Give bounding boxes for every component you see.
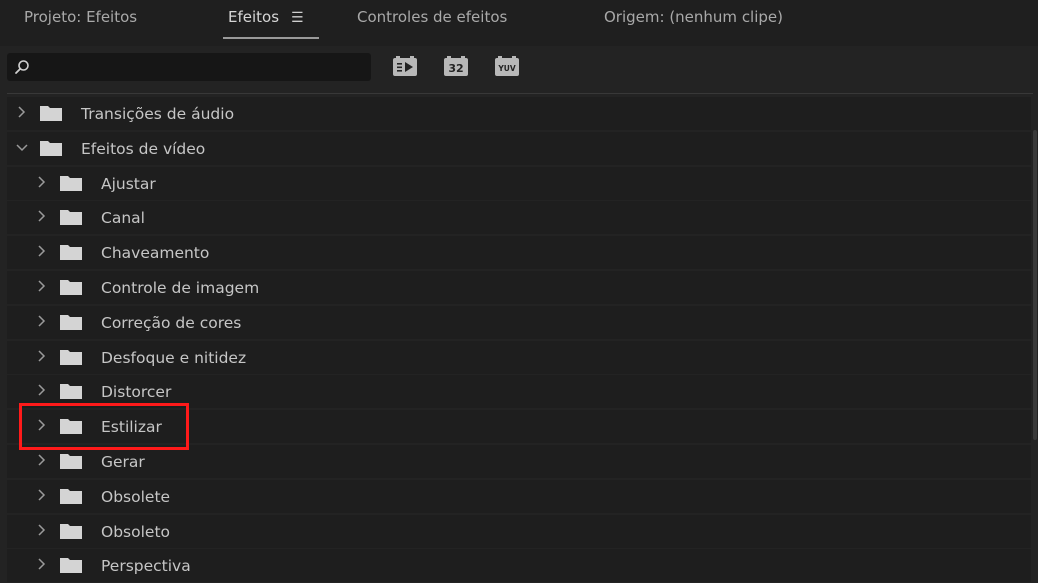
accelerated-effects-icon[interactable]	[392, 56, 418, 77]
folder-icon	[60, 245, 82, 261]
tree-row[interactable]: Gerar	[7, 445, 1031, 478]
tree-row[interactable]: Obsoleto	[7, 514, 1031, 548]
chevron-right-icon[interactable]	[35, 557, 49, 571]
tree-row-label: Distorcer	[101, 383, 172, 402]
tree-row-label: Transições de áudio	[81, 105, 235, 123]
yuv-icon[interactable]: YUV	[494, 56, 520, 77]
panel-tab-bar: Projeto: Efeitos Efeitos ☰ Controles de e…	[0, 0, 1038, 46]
search-field[interactable]	[7, 53, 371, 83]
tree-row[interactable]: Distorcer	[7, 375, 1031, 409]
folder-icon	[60, 175, 82, 191]
tree-row-label: Ajustar	[101, 174, 156, 193]
tree-row-label: Efeitos de vídeo	[81, 139, 206, 158]
tree-row[interactable]: Perspectiva	[7, 549, 1031, 583]
folder-icon	[60, 419, 82, 435]
tree-row-label: Perspectiva	[101, 557, 191, 576]
tab-controles-de-efeitos[interactable]: Controles de efeitos	[357, 8, 507, 26]
chevron-down-icon[interactable]	[15, 140, 29, 154]
tree-row-label: Desfoque e nitidez	[101, 348, 247, 367]
tree-row-label: Estilizar	[101, 418, 162, 437]
chevron-right-icon[interactable]	[35, 418, 49, 432]
effects-tree: Transições de áudio Efeitos de vídeo Ajust…	[7, 97, 1035, 583]
tree-row[interactable]: Desfoque e nitidez	[7, 340, 1031, 374]
tree-row[interactable]: Transições de áudio	[7, 97, 1031, 130]
tree-row[interactable]: Efeitos de vídeo	[7, 131, 1031, 165]
tree-row[interactable]: Correção de cores	[7, 305, 1031, 339]
folder-icon	[60, 349, 82, 365]
tree-row[interactable]: Obsolete	[7, 479, 1031, 513]
vertical-scrollbar[interactable]	[1033, 130, 1037, 440]
tree-row[interactable]: Canal	[7, 201, 1031, 235]
tree-row-label: Chaveamento	[101, 244, 210, 263]
folder-icon	[60, 488, 82, 504]
chevron-right-icon[interactable]	[35, 383, 49, 397]
chevron-right-icon[interactable]	[35, 244, 49, 258]
folder-icon	[40, 140, 62, 156]
tree-row[interactable]: Controle de imagem	[7, 271, 1031, 304]
folder-icon	[40, 106, 62, 121]
tree-row-label: Gerar	[101, 453, 145, 471]
chevron-right-icon[interactable]	[35, 314, 49, 328]
search-input[interactable]	[33, 53, 367, 83]
tree-row-label: Correção de cores	[101, 313, 242, 332]
folder-icon	[60, 280, 82, 295]
chevron-right-icon[interactable]	[15, 105, 29, 119]
search-icon	[15, 60, 29, 74]
tree-row-label: Obsolete	[101, 487, 171, 506]
folder-icon	[60, 454, 82, 469]
tree-row[interactable]: Chaveamento	[7, 236, 1031, 270]
chevron-right-icon[interactable]	[35, 453, 49, 467]
tree-row[interactable]: Estilizar	[7, 410, 1031, 444]
tab-efeitos-label: Efeitos	[228, 8, 280, 26]
hamburger-menu-icon[interactable]: ☰	[291, 10, 304, 26]
chevron-right-icon[interactable]	[35, 175, 49, 189]
tab-efeitos[interactable]: Efeitos ☰	[228, 8, 304, 26]
folder-icon	[60, 558, 82, 574]
folder-icon	[60, 210, 82, 226]
32-bit-color-icon[interactable]: 32	[443, 56, 469, 77]
tree-row-label: Controle de imagem	[101, 279, 260, 297]
32-bit-label: 32	[448, 62, 463, 75]
tree-row-label: Canal	[101, 209, 145, 228]
active-tab-indicator	[223, 37, 319, 39]
chevron-right-icon[interactable]	[35, 209, 49, 223]
tab-origem[interactable]: Origem: (nenhum clipe)	[604, 8, 783, 26]
panel-divider	[7, 93, 1033, 94]
tree-row-label: Obsoleto	[101, 522, 171, 541]
chevron-right-icon[interactable]	[35, 279, 49, 293]
yuv-label: YUV	[497, 64, 516, 73]
chevron-right-icon[interactable]	[35, 523, 49, 537]
tab-projeto[interactable]: Projeto: Efeitos	[24, 8, 137, 26]
chevron-right-icon[interactable]	[35, 488, 49, 502]
chevron-right-icon[interactable]	[35, 349, 49, 363]
tree-row[interactable]: Ajustar	[7, 166, 1031, 200]
folder-icon	[60, 314, 82, 330]
folder-icon	[60, 523, 82, 539]
folder-icon	[60, 384, 82, 400]
